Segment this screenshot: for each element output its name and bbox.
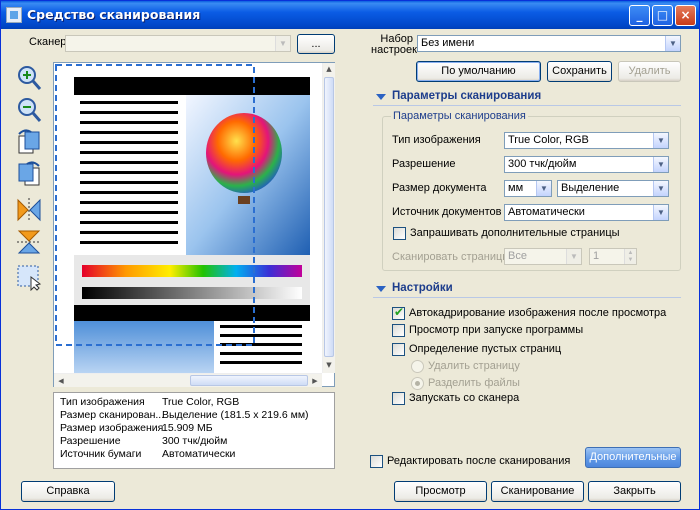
ask-more-pages-label[interactable]: Запрашивать дополнительные страницы (410, 227, 620, 239)
scroll-up-icon[interactable]: ▲ (323, 65, 335, 73)
close-window-button[interactable]: × (675, 5, 696, 26)
rotate-right-icon[interactable] (15, 160, 43, 188)
app-icon (6, 7, 22, 23)
edit-after-scan-label[interactable]: Редактировать после сканирования (387, 455, 570, 467)
chevron-down-icon[interactable]: ▼ (536, 181, 551, 196)
save-preset-button[interactable]: Сохранить (547, 61, 612, 82)
scanner-label: Сканер (29, 36, 67, 48)
flip-vertical-icon[interactable] (15, 228, 43, 256)
preview-vertical-scrollbar[interactable]: ▲ ▼ (322, 63, 335, 373)
scan-params-group-title: Параметры сканирования (391, 110, 528, 122)
scroll-down-icon[interactable]: ▼ (323, 361, 335, 369)
image-type-select[interactable]: True Color, RGB ▼ (504, 132, 669, 149)
preview-on-start-label[interactable]: Просмотр при запуске программы (409, 324, 583, 336)
minimize-button[interactable]: _ (629, 5, 650, 26)
info-label-resolution: Разрешение (60, 435, 121, 447)
info-value-resolution: 300 тчк/дюйм (162, 435, 228, 447)
start-from-scanner-checkbox[interactable] (392, 392, 405, 405)
detect-blank-label[interactable]: Определение пустых страниц (409, 343, 561, 355)
doc-source-label: Источник документов (392, 206, 502, 218)
maximize-button[interactable]: □ (652, 5, 673, 26)
edit-after-scan-checkbox[interactable] (370, 455, 383, 468)
chevron-down-icon[interactable]: ▼ (275, 36, 290, 51)
title-bar[interactable]: Средство сканирования _ □ × (1, 1, 699, 29)
preset-label: Набор настроек (371, 33, 417, 56)
collapse-arrow-icon[interactable] (376, 286, 386, 292)
split-files-label[interactable]: Разделить файлы (428, 377, 520, 389)
default-preset-button[interactable]: По умолчанию (416, 61, 541, 82)
advanced-button[interactable]: Дополнительные (585, 447, 681, 468)
info-value-image-size: 15.909 МБ (162, 422, 213, 434)
rotate-left-icon[interactable] (15, 128, 43, 156)
chevron-down-icon[interactable]: ▼ (653, 181, 668, 196)
scroll-right-icon[interactable]: ▶ (310, 377, 320, 385)
info-label-image-type: Тип изображения (60, 396, 145, 408)
doc-size-unit-select[interactable]: мм ▼ (504, 180, 552, 197)
doc-size-select[interactable]: Выделение ▼ (557, 180, 669, 197)
detect-blank-checkbox[interactable] (392, 343, 405, 356)
scanner-select[interactable]: ▼ (65, 35, 291, 52)
scan-button[interactable]: Сканирование (491, 481, 584, 502)
scan-tool-window: Средство сканирования _ □ × Сканер ▼ ... (0, 0, 700, 510)
start-from-scanner-label[interactable]: Запускать со сканера (409, 392, 519, 404)
window-title: Средство сканирования (27, 7, 201, 22)
section-divider (373, 297, 681, 298)
scroll-left-icon[interactable]: ◀ (56, 377, 66, 385)
chevron-down-icon[interactable]: ▼ (665, 36, 680, 51)
doc-size-label: Размер документа (392, 182, 487, 194)
settings-section-title[interactable]: Настройки (392, 282, 453, 294)
scan-pages-label: Сканировать страницы (392, 251, 511, 263)
spin-down-icon[interactable]: ▼ (624, 256, 636, 264)
info-label-scan-size: Размер сканирован... (60, 409, 165, 421)
close-button[interactable]: Закрыть (588, 481, 681, 502)
info-value-paper-source: Автоматически (162, 448, 236, 460)
scan-pages-select[interactable]: Все ▼ (504, 248, 582, 265)
vertical-scroll-thumb[interactable] (324, 77, 334, 357)
info-label-image-size: Размер изображения (60, 422, 164, 434)
scan-params-section-title[interactable]: Параметры сканирования (392, 90, 541, 102)
resolution-label: Разрешение (392, 158, 456, 170)
section-divider (373, 105, 681, 106)
split-files-radio[interactable] (411, 377, 424, 390)
doc-source-select[interactable]: Автоматически ▼ (504, 204, 669, 221)
help-button[interactable]: Справка (21, 481, 115, 502)
ask-more-pages-checkbox[interactable] (393, 227, 406, 240)
delete-page-radio[interactable] (411, 360, 424, 373)
info-value-image-type: True Color, RGB (162, 396, 240, 408)
info-value-scan-size: Выделение (181.5 x 219.6 мм) (162, 409, 309, 421)
flip-horizontal-icon[interactable] (15, 196, 43, 224)
chevron-down-icon[interactable]: ▼ (653, 133, 668, 148)
zoom-out-icon[interactable] (15, 96, 43, 124)
preview-image (54, 63, 322, 373)
scan-preview[interactable]: ▲ ▼ ◀ ▶ (53, 62, 335, 387)
info-label-paper-source: Источник бумаги (60, 448, 142, 460)
delete-page-label[interactable]: Удалить страницу (428, 360, 520, 372)
autocrop-checkbox[interactable] (392, 305, 405, 320)
preview-horizontal-scrollbar[interactable]: ◀ ▶ (54, 373, 322, 387)
scan-pages-count-spinner[interactable]: 1 ▲ ▼ (589, 248, 637, 265)
delete-preset-button[interactable]: Удалить (618, 61, 681, 82)
preview-button[interactable]: Просмотр (394, 481, 487, 502)
preset-select[interactable]: Без имени ▼ (417, 35, 681, 52)
collapse-arrow-icon[interactable] (376, 94, 386, 100)
selection-tool-icon[interactable] (15, 263, 43, 291)
preview-on-start-checkbox[interactable] (392, 324, 405, 337)
scan-info-panel: Тип изображения True Color, RGB Размер с… (53, 392, 335, 469)
zoom-in-icon[interactable] (15, 64, 43, 92)
chevron-down-icon[interactable]: ▼ (566, 249, 581, 264)
chevron-down-icon[interactable]: ▼ (653, 205, 668, 220)
autocrop-label[interactable]: Автокадрирование изображения после просм… (409, 307, 666, 319)
scanner-browse-button[interactable]: ... (297, 34, 335, 54)
chevron-down-icon[interactable]: ▼ (653, 157, 668, 172)
image-type-label: Тип изображения (392, 134, 481, 146)
horizontal-scroll-thumb[interactable] (190, 375, 308, 386)
resolution-select[interactable]: 300 тчк/дюйм ▼ (504, 156, 669, 173)
